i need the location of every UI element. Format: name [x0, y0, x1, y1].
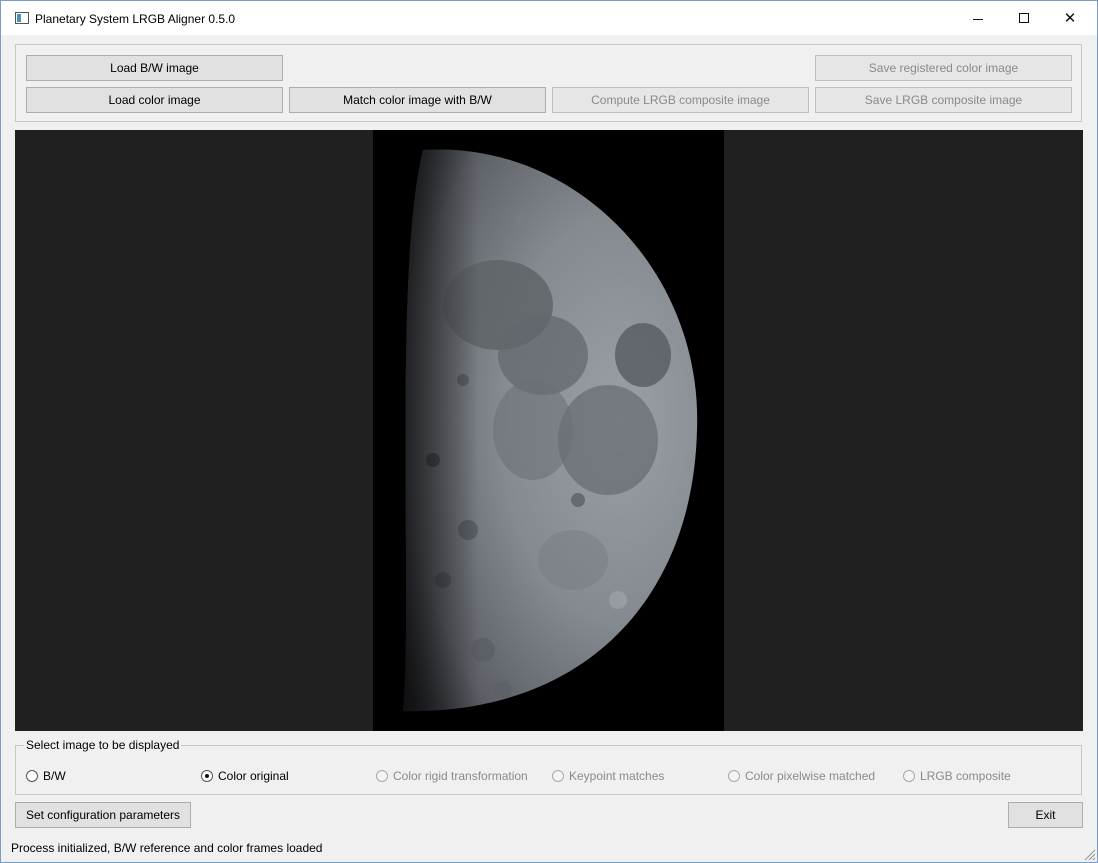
app-window-icon	[15, 12, 29, 24]
radio-button-icon	[728, 770, 740, 782]
radio-label: Color rigid transformation	[393, 769, 528, 783]
radio-button-icon	[376, 770, 388, 782]
window-title: Planetary System LRGB Aligner 0.5.0	[35, 12, 236, 26]
radio-label: Keypoint matches	[569, 769, 665, 783]
button-panel: Load B/W image Save registered color ima…	[15, 44, 1082, 122]
radio-label: B/W	[43, 769, 66, 783]
save-lrgb-button[interactable]: Save LRGB composite image	[815, 87, 1072, 113]
minimize-button[interactable]	[955, 1, 1001, 35]
moon-image	[373, 130, 724, 731]
radio-label: LRGB composite	[920, 769, 1011, 783]
load-color-button[interactable]: Load color image	[26, 87, 283, 113]
match-color-button[interactable]: Match color image with B/W	[289, 87, 546, 113]
radio-keypoint-matches[interactable]: Keypoint matches	[552, 768, 664, 784]
radio-button-icon	[26, 770, 38, 782]
radio-label: Color original	[218, 769, 289, 783]
app-window: Planetary System LRGB Aligner 0.5.0 ✕ Lo…	[0, 0, 1098, 863]
close-button[interactable]: ✕	[1047, 1, 1093, 35]
close-icon: ✕	[1063, 8, 1077, 27]
radio-color-pixelwise[interactable]: Color pixelwise matched	[728, 768, 875, 784]
radio-button-icon	[552, 770, 564, 782]
compute-lrgb-button[interactable]: Compute LRGB composite image	[552, 87, 809, 113]
radio-color-rigid[interactable]: Color rigid transformation	[376, 768, 528, 784]
radio-lrgb-composite[interactable]: LRGB composite	[903, 768, 1011, 784]
display-select-group: Select image to be displayed B/W Color o…	[15, 738, 1082, 795]
status-bar-text: Process initialized, B/W reference and c…	[11, 841, 323, 855]
exit-button[interactable]: Exit	[1008, 802, 1083, 828]
load-bw-button[interactable]: Load B/W image	[26, 55, 283, 81]
minimize-icon	[973, 18, 983, 20]
title-bar[interactable]: Planetary System LRGB Aligner 0.5.0 ✕	[1, 1, 1097, 35]
radio-bw[interactable]: B/W	[26, 768, 66, 784]
moon-photo	[373, 130, 724, 731]
radio-button-icon	[903, 770, 915, 782]
radio-color-original[interactable]: Color original	[201, 768, 289, 784]
radio-label: Color pixelwise matched	[745, 769, 876, 783]
config-parameters-button[interactable]: Set configuration parameters	[15, 802, 191, 828]
display-select-title: Select image to be displayed	[24, 738, 182, 752]
radio-button-checked-icon	[201, 770, 213, 782]
save-registered-button[interactable]: Save registered color image	[815, 55, 1072, 81]
resize-grip-icon[interactable]	[1083, 848, 1095, 860]
maximize-icon	[1019, 13, 1029, 23]
maximize-button[interactable]	[1001, 1, 1047, 35]
image-viewer[interactable]	[15, 130, 1083, 731]
